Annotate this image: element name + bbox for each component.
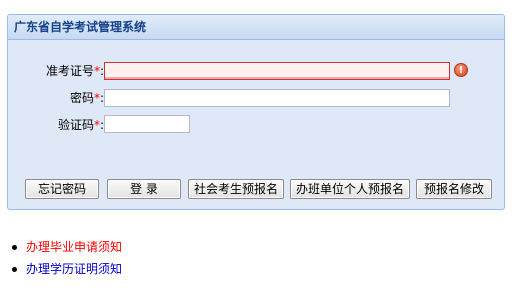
admission-number-input[interactable]	[104, 62, 450, 80]
notice-links: 办理毕业申请须知 办理学历证明须知	[10, 236, 122, 280]
org-prereg-button[interactable]: 办班单位个人预报名	[290, 179, 410, 199]
password-input[interactable]	[104, 89, 450, 107]
social-prereg-button[interactable]: 社会考生预报名	[188, 179, 284, 199]
error-icon: !	[454, 63, 468, 77]
bullet-icon	[12, 267, 17, 272]
login-button[interactable]: 登 录	[107, 179, 181, 199]
captcha-row: 验证码*:	[8, 115, 104, 135]
modify-prereg-button[interactable]: 预报名修改	[416, 179, 492, 199]
password-label: 密码*:	[69, 91, 104, 105]
captcha-label: 验证码*:	[57, 118, 104, 132]
list-item: 办理毕业申请须知	[10, 236, 122, 258]
admission-label: 准考证号*:	[45, 64, 104, 78]
certificate-notice-link[interactable]: 办理学历证明须知	[26, 262, 122, 276]
panel-title: 广东省自学考试管理系统	[8, 15, 504, 40]
forgot-password-button[interactable]: 忘记密码	[25, 179, 99, 199]
captcha-input[interactable]	[104, 115, 190, 133]
login-panel: 广东省自学考试管理系统 准考证号*: ! 密码*: 验证码*: 忘记密码 登 录…	[7, 14, 505, 210]
admission-row: 准考证号*:	[8, 61, 104, 81]
list-item: 办理学历证明须知	[10, 258, 122, 280]
password-row: 密码*:	[8, 88, 104, 108]
graduation-notice-link[interactable]: 办理毕业申请须知	[26, 240, 122, 254]
bullet-icon	[12, 245, 17, 250]
